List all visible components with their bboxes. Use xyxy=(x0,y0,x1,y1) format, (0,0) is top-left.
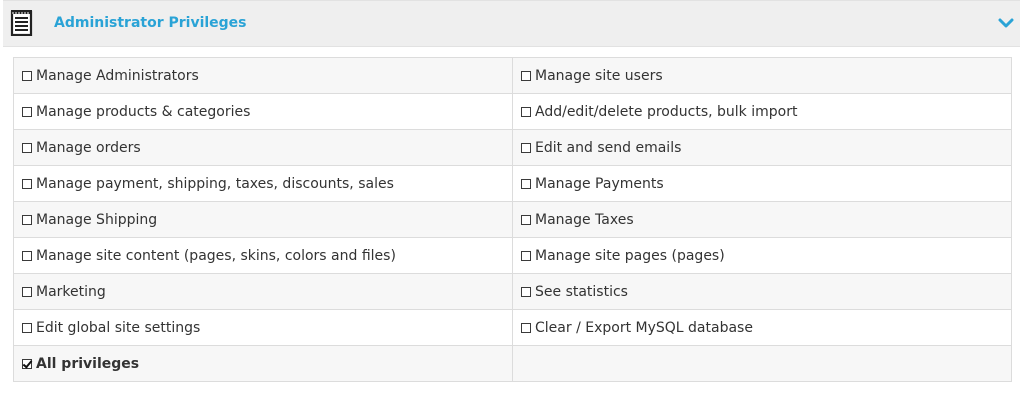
privilege-checkbox[interactable] xyxy=(521,142,531,153)
privilege-cell: Manage Payments xyxy=(512,165,1012,202)
privilege-checkbox[interactable] xyxy=(22,250,32,261)
privilege-checkbox[interactable] xyxy=(521,286,531,297)
privilege-cell: Manage site pages (pages) xyxy=(512,237,1012,274)
document-list-icon xyxy=(10,10,33,36)
privilege-cell: Manage Taxes xyxy=(512,201,1012,238)
privilege-label[interactable]: Manage Administrators xyxy=(36,68,199,84)
privilege-checkbox[interactable] xyxy=(22,322,32,333)
privilege-cell: Manage payment, shipping, taxes, discoun… xyxy=(13,165,513,202)
privilege-checkbox[interactable] xyxy=(22,106,32,117)
privilege-label[interactable]: Manage site pages (pages) xyxy=(535,248,725,264)
privilege-checkbox[interactable] xyxy=(22,178,32,189)
table-row: Manage products & categories Add/edit/de… xyxy=(13,93,1012,130)
privilege-cell: Manage products & categories xyxy=(13,93,513,130)
privilege-checkbox[interactable] xyxy=(521,70,531,81)
privilege-checkbox[interactable] xyxy=(521,178,531,189)
privilege-checkbox[interactable] xyxy=(521,214,531,225)
all-privileges-checkbox[interactable] xyxy=(22,358,32,369)
privilege-cell: All privileges xyxy=(13,345,513,382)
privilege-label[interactable]: Edit and send emails xyxy=(535,140,681,156)
privilege-checkbox[interactable] xyxy=(521,322,531,333)
privilege-label[interactable]: Manage products & categories xyxy=(36,104,250,120)
privilege-cell: See statistics xyxy=(512,273,1012,310)
privilege-cell: Manage orders xyxy=(13,129,513,166)
privilege-label[interactable]: See statistics xyxy=(535,284,628,300)
table-row: Edit global site settings Clear / Export… xyxy=(13,309,1012,346)
table-row: Manage Administrators Manage site users xyxy=(13,57,1012,94)
all-privileges-label[interactable]: All privileges xyxy=(36,356,139,372)
privilege-checkbox[interactable] xyxy=(22,142,32,153)
privileges-table: Manage Administrators Manage site users … xyxy=(13,57,1012,382)
privilege-label[interactable]: Manage orders xyxy=(36,140,141,156)
privilege-checkbox[interactable] xyxy=(521,106,531,117)
privilege-label[interactable]: Clear / Export MySQL database xyxy=(535,320,753,336)
table-row: Manage orders Edit and send emails xyxy=(13,129,1012,166)
privilege-label[interactable]: Marketing xyxy=(36,284,106,300)
privilege-cell: Edit and send emails xyxy=(512,129,1012,166)
privilege-cell: Manage site users xyxy=(512,57,1012,94)
chevron-down-icon[interactable] xyxy=(998,15,1014,31)
admin-privileges-panel: Administrator Privileges Manage Administ… xyxy=(3,0,1020,395)
privilege-checkbox[interactable] xyxy=(22,70,32,81)
table-row: Marketing See statistics xyxy=(13,273,1012,310)
empty-cell xyxy=(512,345,1012,382)
privilege-label[interactable]: Manage Payments xyxy=(535,176,664,192)
panel-header[interactable]: Administrator Privileges xyxy=(3,0,1020,47)
privilege-label[interactable]: Manage Taxes xyxy=(535,212,634,228)
table-row: Manage site content (pages, skins, color… xyxy=(13,237,1012,274)
privilege-label[interactable]: Manage Shipping xyxy=(36,212,157,228)
privilege-label[interactable]: Manage payment, shipping, taxes, discoun… xyxy=(36,176,394,192)
privilege-cell: Marketing xyxy=(13,273,513,310)
table-row: Manage Shipping Manage Taxes xyxy=(13,201,1012,238)
privilege-cell: Manage Shipping xyxy=(13,201,513,238)
privilege-cell: Manage Administrators xyxy=(13,57,513,94)
privilege-checkbox[interactable] xyxy=(22,286,32,297)
privilege-checkbox[interactable] xyxy=(521,250,531,261)
privilege-cell: Manage site content (pages, skins, color… xyxy=(13,237,513,274)
privilege-label[interactable]: Edit global site settings xyxy=(36,320,200,336)
panel-title[interactable]: Administrator Privileges xyxy=(54,14,247,32)
privilege-cell: Add/edit/delete products, bulk import xyxy=(512,93,1012,130)
table-row: Manage payment, shipping, taxes, discoun… xyxy=(13,165,1012,202)
privilege-label[interactable]: Manage site content (pages, skins, color… xyxy=(36,248,396,264)
privilege-cell: Edit global site settings xyxy=(13,309,513,346)
privilege-label[interactable]: Manage site users xyxy=(535,68,663,84)
table-row: All privileges xyxy=(13,345,1012,382)
privilege-checkbox[interactable] xyxy=(22,214,32,225)
privilege-label[interactable]: Add/edit/delete products, bulk import xyxy=(535,104,797,120)
privilege-cell: Clear / Export MySQL database xyxy=(512,309,1012,346)
